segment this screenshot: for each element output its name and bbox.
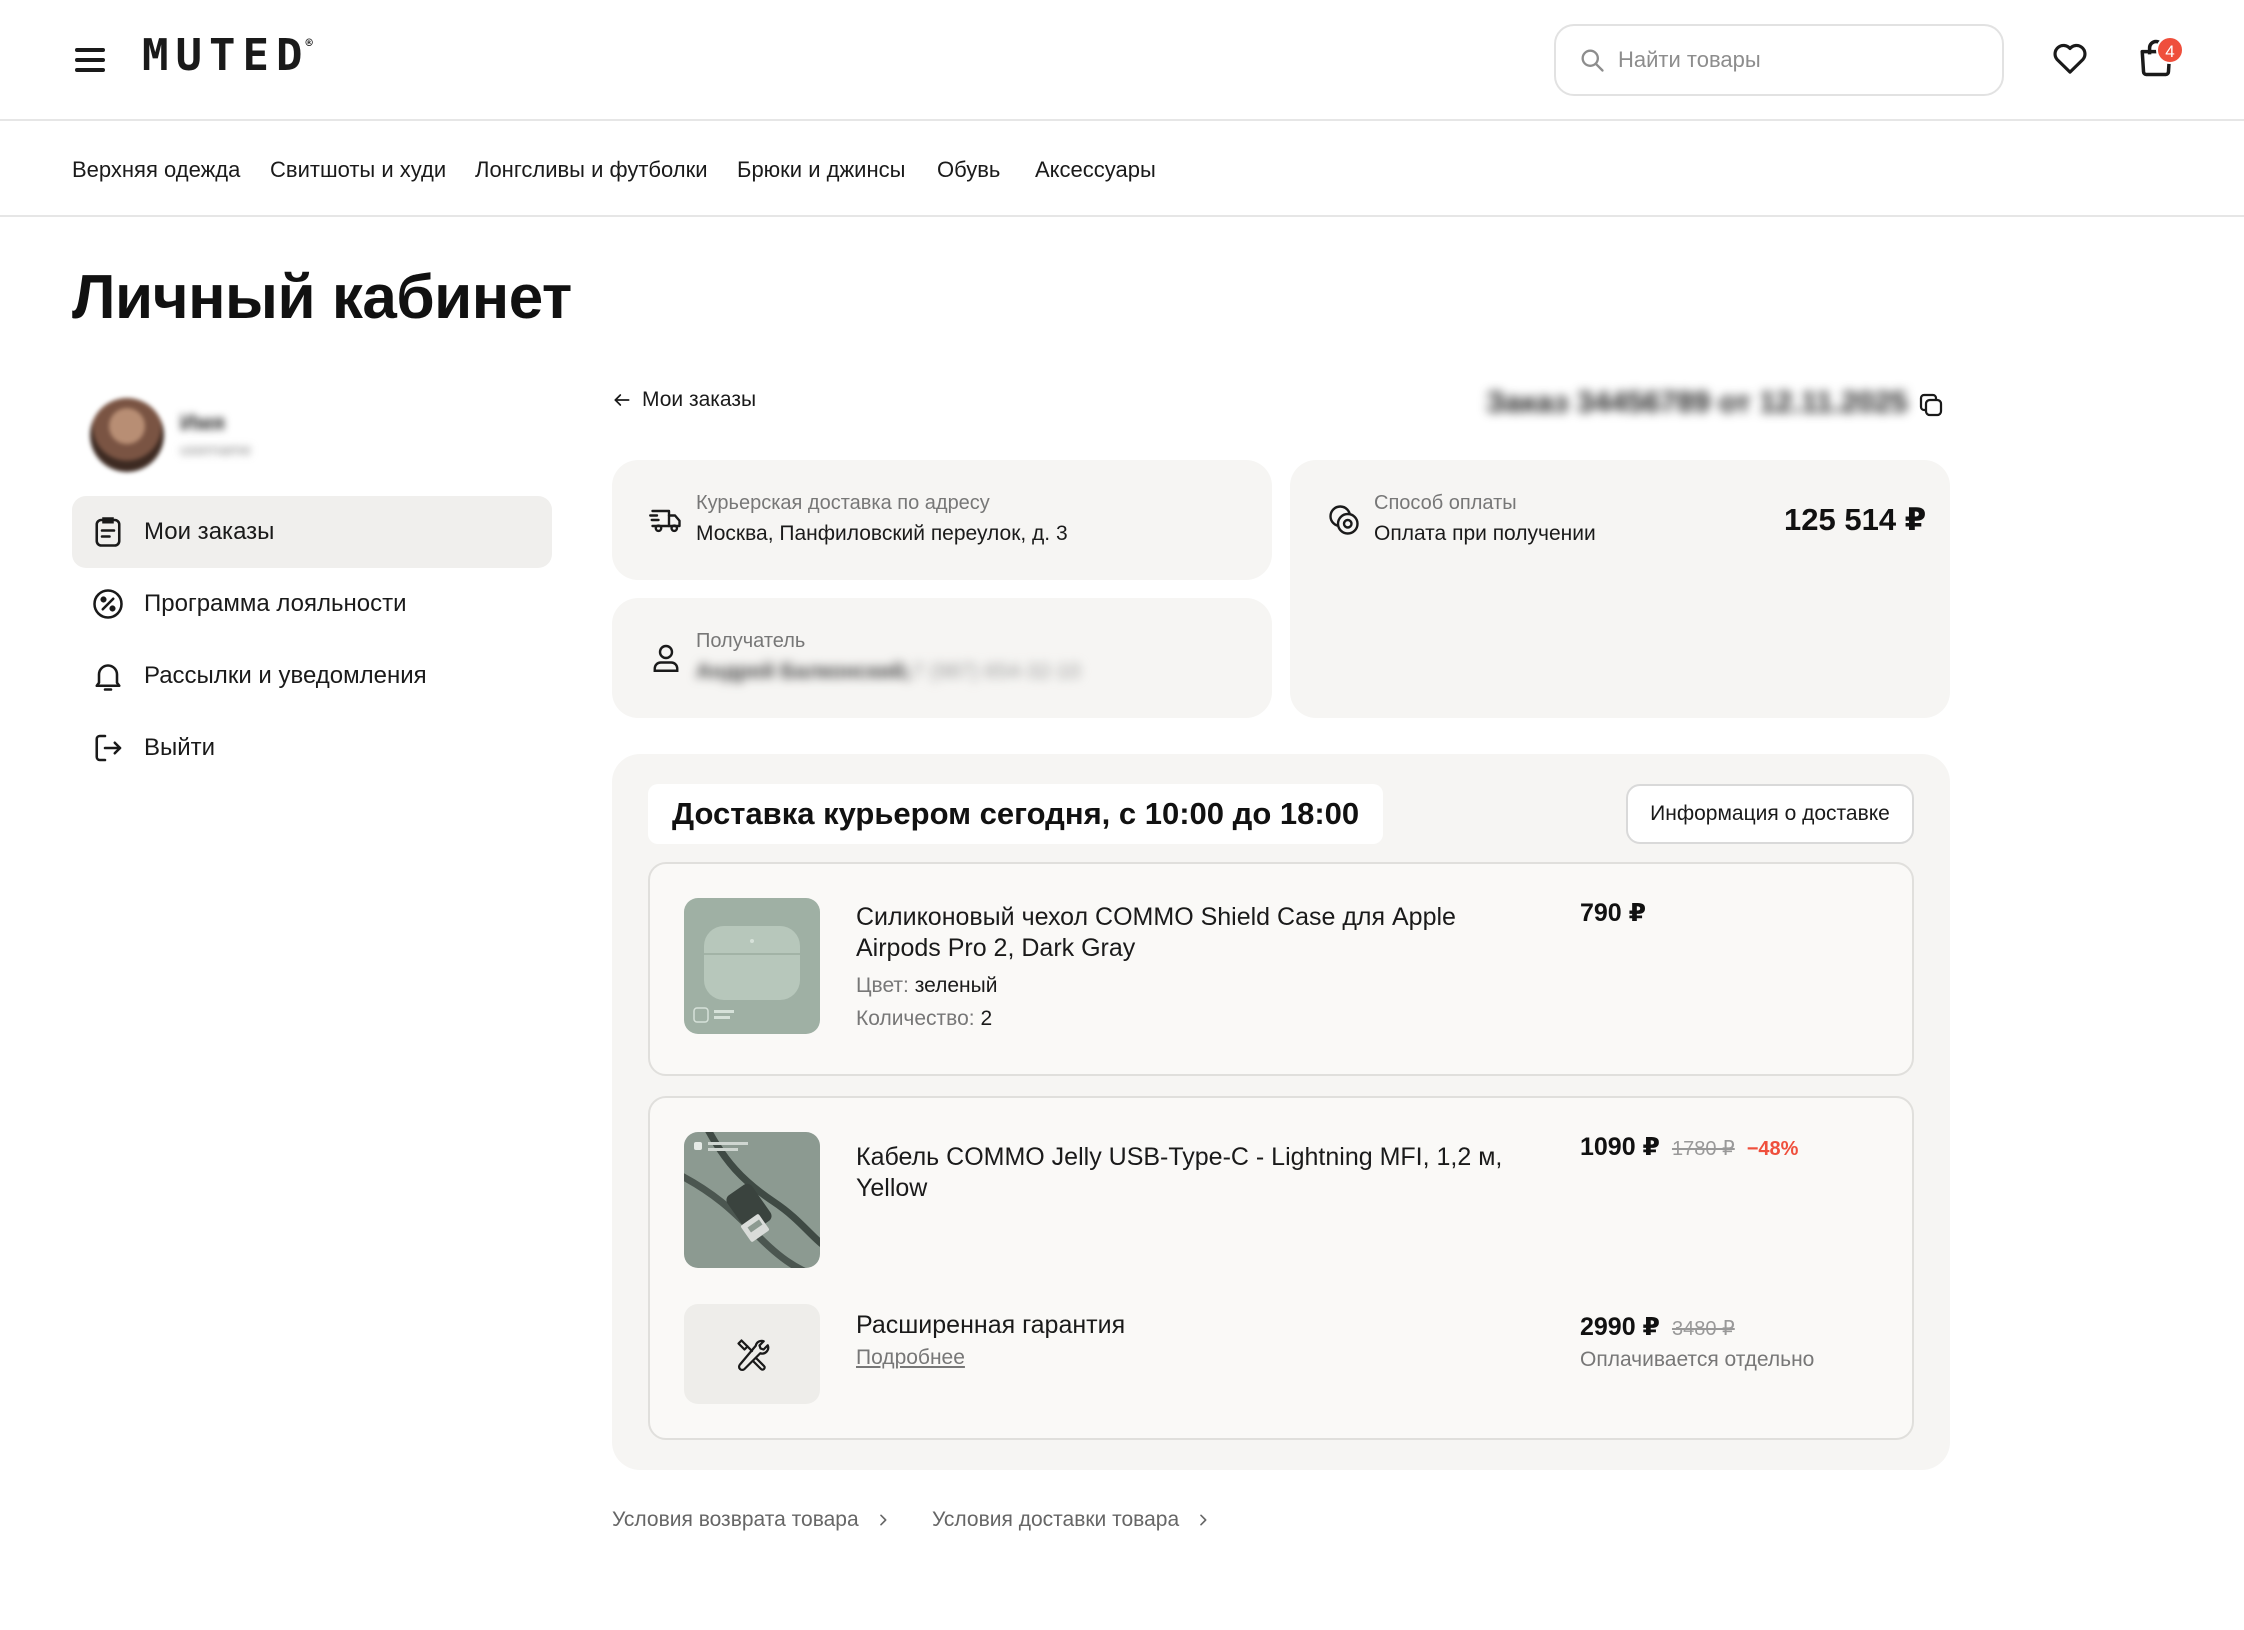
category-longsleeves[interactable]: Лонгсливы и футболки (475, 157, 708, 183)
chevron-right-icon (1200, 1514, 1207, 1526)
warranty-details-link[interactable]: Подробнее (856, 1346, 965, 1370)
payment-card: Способ оплаты Оплата при получении (1290, 460, 1950, 718)
bell-icon (95, 664, 121, 691)
logout-icon (95, 734, 122, 762)
delivery-policy-link[interactable]: Условия доставки товара (932, 1508, 1211, 1532)
sidebar-item-orders[interactable]: Мои заказы (72, 496, 552, 568)
back-to-orders-link[interactable]: Мои заказы (612, 388, 756, 412)
product-name[interactable]: Силиконовый чехол COMMO Shield Case для … (856, 902, 1546, 964)
product-image-case[interactable] (684, 898, 820, 1034)
delivery-truck-icon (649, 509, 681, 533)
sidebar-item-label: Выйти (144, 734, 216, 761)
delivery-address: Москва, Панфиловский переулок, д. 3 (696, 522, 1068, 545)
back-link-label: Мои заказы (642, 388, 757, 411)
quantity-value: 2 (980, 1007, 993, 1030)
product-image-cable[interactable] (684, 1132, 820, 1268)
profile-name: Имя (180, 410, 225, 435)
sidebar-item-label: Мои заказы (144, 518, 275, 545)
percent-icon (93, 589, 123, 619)
color-label: Цвет: (856, 974, 909, 997)
returns-policy-link[interactable]: Условия возврата товара (612, 1508, 891, 1532)
delivery-label: Курьерская доставка по адресу (696, 492, 990, 514)
logo[interactable]: MUTED® (142, 30, 317, 81)
search-icon (1581, 49, 1604, 72)
order-title: Заказ 34456789 от 12.11.2025 (1486, 386, 1908, 419)
delivery-address-card: Курьерская доставка по адресу Москва, Па… (612, 460, 1272, 580)
old-price: 1780 ₽ (1671, 1138, 1735, 1160)
search-box[interactable] (1554, 24, 2004, 96)
logo-text[interactable]: MUTED (142, 30, 309, 81)
recipient-name: Андрей Балконский, (696, 660, 911, 683)
warranty-thumb (684, 1304, 820, 1404)
shipment-title: Доставка курьером сегодня, с 10:00 до 18… (672, 796, 1360, 831)
returns-policy-label: Условия возврата товара (612, 1508, 859, 1531)
product-quantity: Количество: 2 (856, 1007, 992, 1031)
copy-icon[interactable] (1916, 390, 1946, 420)
quantity-label: Количество: (856, 1007, 975, 1030)
current-price: 2990 ₽ (1580, 1313, 1660, 1341)
favorites-heart-icon[interactable] (2050, 38, 2090, 78)
shipment-title-wrap: Доставка курьером сегодня, с 10:00 до 18… (648, 784, 1384, 844)
category-shoes[interactable]: Обувь (937, 157, 1000, 183)
product-color: Цвет: зеленый (856, 974, 997, 998)
recipient-label: Получатель (696, 630, 806, 652)
cart-count-badge: 4 (2156, 36, 2184, 64)
sidebar-item-label: Программа лояльности (144, 590, 407, 617)
recipient-card: Получатель Андрей Балконский, +7 (987) 6… (612, 598, 1272, 718)
discount-badge: −48% (1746, 1138, 1799, 1160)
orders-icon (95, 517, 121, 547)
wrench-screwdriver-icon (737, 1339, 770, 1372)
category-pants[interactable]: Брюки и джинсы (737, 157, 905, 183)
site-header: MUTED® 4 (0, 0, 2244, 121)
page-title: Личный кабинет (72, 263, 572, 332)
sidebar-item-label: Рассылки и уведомления (144, 662, 427, 689)
airpods-case-image (684, 898, 820, 1034)
category-nav: Верхняя одежда Свитшоты и худи Лонгсливы… (0, 121, 2244, 217)
category-sweatshirts[interactable]: Свитшоты и худи (270, 157, 446, 183)
delivery-info-button[interactable]: Информация о доставке (1626, 784, 1914, 844)
old-price: 3480 ₽ (1671, 1318, 1735, 1340)
chevron-right-icon (879, 1514, 887, 1526)
category-accessories[interactable]: Аксессуары (1035, 157, 1156, 183)
product-price: 1090 ₽ 1780 ₽ −48% (1580, 1132, 1798, 1162)
payment-method: Оплата при получении (1374, 522, 1596, 545)
user-icon (653, 644, 679, 672)
product-name[interactable]: Кабель COMMO Jelly USB-Type-C - Lightnin… (856, 1142, 1546, 1204)
shipment-card: Доставка курьером сегодня, с 10:00 до 18… (612, 754, 1950, 1470)
menu-icon[interactable] (72, 44, 108, 76)
recipient-phone: +7 (987) 654-32-10 (900, 660, 1081, 683)
warranty-price: 2990 ₽ 3480 ₽ (1580, 1312, 1735, 1342)
sidebar-item-notifications[interactable]: Рассылки и уведомления (72, 640, 552, 712)
order-item: Силиконовый чехол COMMO Shield Case для … (648, 862, 1914, 1076)
cable-image (684, 1132, 820, 1268)
current-price: 1090 ₽ (1580, 1133, 1660, 1161)
color-value: зеленый (914, 974, 998, 997)
delivery-policy-label: Условия доставки товара (932, 1508, 1180, 1531)
avatar[interactable] (90, 398, 164, 472)
arrow-left-icon (614, 394, 630, 406)
payment-label: Способ оплаты (1374, 492, 1517, 514)
warranty-name: Расширенная гарантия (856, 1311, 1126, 1339)
order-item: Кабель COMMO Jelly USB-Type-C - Lightnin… (648, 1096, 1914, 1440)
order-total: 125 514 ₽ (1784, 502, 1927, 537)
product-price: 790 ₽ (1580, 899, 1647, 927)
category-outerwear[interactable]: Верхняя одежда (72, 157, 240, 183)
profile-handle: username (180, 442, 252, 459)
sidebar-item-logout[interactable]: Выйти (72, 712, 552, 784)
warranty-note: Оплачивается отдельно (1580, 1348, 1815, 1371)
coins-icon (1329, 505, 1359, 535)
search-input[interactable] (1618, 47, 1978, 73)
sidebar-item-loyalty[interactable]: Программа лояльности (72, 568, 552, 640)
logo-registered-mark: ® (305, 36, 313, 50)
